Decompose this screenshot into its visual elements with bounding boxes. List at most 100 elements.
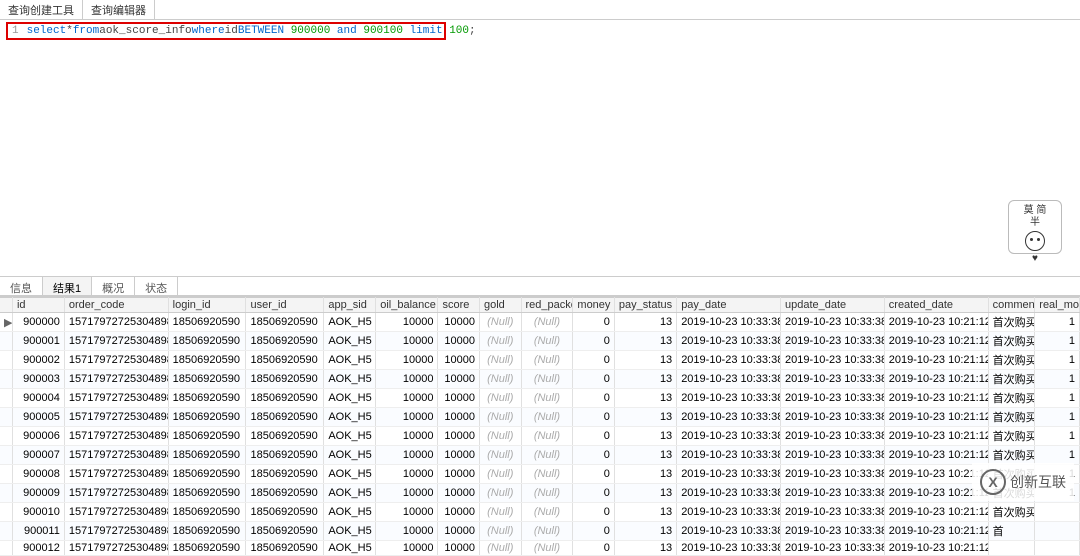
- row-selector-icon[interactable]: [0, 484, 12, 503]
- cell-app_sid[interactable]: AOK_H5: [324, 351, 376, 370]
- cell-created_date[interactable]: 2019-10-23 10:21:12: [884, 389, 988, 408]
- cell-oil_balance[interactable]: 10000: [376, 522, 438, 541]
- cell-app_sid[interactable]: AOK_H5: [324, 313, 376, 332]
- cell-gold[interactable]: (Null): [480, 351, 522, 370]
- cell-score[interactable]: 10000: [438, 484, 480, 503]
- cell-money[interactable]: 0: [573, 503, 615, 522]
- cell-comment[interactable]: 首次购买: [988, 332, 1035, 351]
- cell-money[interactable]: 0: [573, 313, 615, 332]
- table-row[interactable]: 900008157179727253048982​718506920590185…: [0, 465, 1080, 484]
- cell-app_sid[interactable]: AOK_H5: [324, 541, 376, 556]
- row-selector-icon[interactable]: [0, 446, 12, 465]
- results-grid[interactable]: idorder_codelogin_iduser_idapp_sidoil_ba…: [0, 297, 1080, 556]
- cell-user_id[interactable]: 18506920590: [246, 503, 324, 522]
- cell-pay_status[interactable]: 13: [614, 541, 676, 556]
- cell-created_date[interactable]: 2019-10-23 10:21:12: [884, 313, 988, 332]
- cell-login_id[interactable]: 18506920590: [168, 541, 246, 556]
- cell-gold[interactable]: (Null): [480, 541, 522, 556]
- cell-login_id[interactable]: 18506920590: [168, 522, 246, 541]
- column-header-user_id[interactable]: user_id: [246, 298, 324, 313]
- column-header-gold[interactable]: gold: [480, 298, 522, 313]
- cell-real_mone[interactable]: 1: [1035, 389, 1080, 408]
- cell-id[interactable]: 900011: [12, 522, 64, 541]
- cell-created_date[interactable]: 2019-10-23 10:21:12: [884, 522, 988, 541]
- cell-order_code[interactable]: 157179727253048982​7: [64, 484, 168, 503]
- cell-money[interactable]: 0: [573, 370, 615, 389]
- cell-user_id[interactable]: 18506920590: [246, 541, 324, 556]
- cell-order_code[interactable]: 157179727253048982​7: [64, 313, 168, 332]
- cell-created_date[interactable]: 2019-10-23 10:21:12: [884, 370, 988, 389]
- cell-pay_status[interactable]: 13: [614, 313, 676, 332]
- row-selector-icon[interactable]: [0, 503, 12, 522]
- column-header-comment[interactable]: comment: [988, 298, 1035, 313]
- table-row[interactable]: 900010157179727253048982​718506920590185…: [0, 503, 1080, 522]
- cell-real_mone[interactable]: 1: [1035, 332, 1080, 351]
- cell-gold[interactable]: (Null): [480, 427, 522, 446]
- cell-login_id[interactable]: 18506920590: [168, 370, 246, 389]
- cell-oil_balance[interactable]: 10000: [376, 465, 438, 484]
- cell-order_code[interactable]: 157179727253048982​7: [64, 465, 168, 484]
- cell-gold[interactable]: (Null): [480, 332, 522, 351]
- cell-score[interactable]: 10000: [438, 541, 480, 556]
- cell-update_date[interactable]: 2019-10-23 10:33:38: [780, 389, 884, 408]
- cell-user_id[interactable]: 18506920590: [246, 427, 324, 446]
- cell-oil_balance[interactable]: 10000: [376, 446, 438, 465]
- cell-login_id[interactable]: 18506920590: [168, 465, 246, 484]
- cell-pay_date[interactable]: 2019-10-23 10:33:38: [677, 351, 781, 370]
- cell-pay_date[interactable]: 2019-10-23 10:33:38: [677, 484, 781, 503]
- cell-app_sid[interactable]: AOK_H5: [324, 503, 376, 522]
- cell-user_id[interactable]: 18506920590: [246, 370, 324, 389]
- cell-login_id[interactable]: 18506920590: [168, 408, 246, 427]
- cell-gold[interactable]: (Null): [480, 408, 522, 427]
- cell-user_id[interactable]: 18506920590: [246, 446, 324, 465]
- cell-order_code[interactable]: 157179727253048982​7: [64, 351, 168, 370]
- cell-red_packet[interactable]: (Null): [521, 370, 573, 389]
- tab-profile[interactable]: 概况: [92, 277, 135, 295]
- cell-login_id[interactable]: 18506920590: [168, 332, 246, 351]
- tab-info[interactable]: 信息: [0, 277, 43, 295]
- cell-red_packet[interactable]: (Null): [521, 389, 573, 408]
- cell-pay_status[interactable]: 13: [614, 427, 676, 446]
- cell-real_mone[interactable]: 1: [1035, 351, 1080, 370]
- cell-created_date[interactable]: 2019-10-23 10:21:12: [884, 427, 988, 446]
- cell-score[interactable]: 10000: [438, 351, 480, 370]
- cell-comment[interactable]: 首次购买: [988, 503, 1035, 522]
- cell-oil_balance[interactable]: 10000: [376, 484, 438, 503]
- table-row[interactable]: 900005157179727253048982​718506920590185…: [0, 408, 1080, 427]
- cell-update_date[interactable]: 2019-10-23 10:33:38: [780, 484, 884, 503]
- cell-app_sid[interactable]: AOK_H5: [324, 408, 376, 427]
- cell-real_mone[interactable]: [1035, 503, 1080, 522]
- table-row[interactable]: 900012157179727253048982​718506920590185…: [0, 541, 1080, 556]
- cell-order_code[interactable]: 157179727253048982​7: [64, 503, 168, 522]
- cell-pay_date[interactable]: 2019-10-23 10:33:38: [677, 522, 781, 541]
- cell-comment[interactable]: 首次购买: [988, 351, 1035, 370]
- column-header-red_packet[interactable]: red_packet: [521, 298, 573, 313]
- table-row[interactable]: 900003157179727253048982​718506920590185…: [0, 370, 1080, 389]
- table-row[interactable]: ▶900000157179727253048982​71850692059018…: [0, 313, 1080, 332]
- cell-created_date[interactable]: 2019-10-23 10:21:12: [884, 446, 988, 465]
- column-header-update_date[interactable]: update_date: [780, 298, 884, 313]
- cell-gold[interactable]: (Null): [480, 389, 522, 408]
- cell-score[interactable]: 10000: [438, 408, 480, 427]
- cell-pay_status[interactable]: 13: [614, 465, 676, 484]
- column-header-created_date[interactable]: created_date: [884, 298, 988, 313]
- cell-user_id[interactable]: 18506920590: [246, 408, 324, 427]
- cell-pay_date[interactable]: 2019-10-23 10:33:38: [677, 446, 781, 465]
- cell-order_code[interactable]: 157179727253048982​7: [64, 427, 168, 446]
- cell-score[interactable]: 10000: [438, 370, 480, 389]
- cell-update_date[interactable]: 2019-10-23 10:33:38: [780, 465, 884, 484]
- editor-blank-area[interactable]: [0, 42, 1080, 276]
- cell-user_id[interactable]: 18506920590: [246, 522, 324, 541]
- cell-oil_balance[interactable]: 10000: [376, 332, 438, 351]
- cell-created_date[interactable]: 2019-10-23 10:21:12: [884, 408, 988, 427]
- cell-login_id[interactable]: 18506920590: [168, 427, 246, 446]
- cell-oil_balance[interactable]: 10000: [376, 503, 438, 522]
- cell-id[interactable]: 900004: [12, 389, 64, 408]
- column-header-app_sid[interactable]: app_sid: [324, 298, 376, 313]
- cell-oil_balance[interactable]: 10000: [376, 408, 438, 427]
- cell-real_mone[interactable]: 1: [1035, 427, 1080, 446]
- cell-score[interactable]: 10000: [438, 313, 480, 332]
- cell-id[interactable]: 900002: [12, 351, 64, 370]
- cell-login_id[interactable]: 18506920590: [168, 351, 246, 370]
- cell-gold[interactable]: (Null): [480, 446, 522, 465]
